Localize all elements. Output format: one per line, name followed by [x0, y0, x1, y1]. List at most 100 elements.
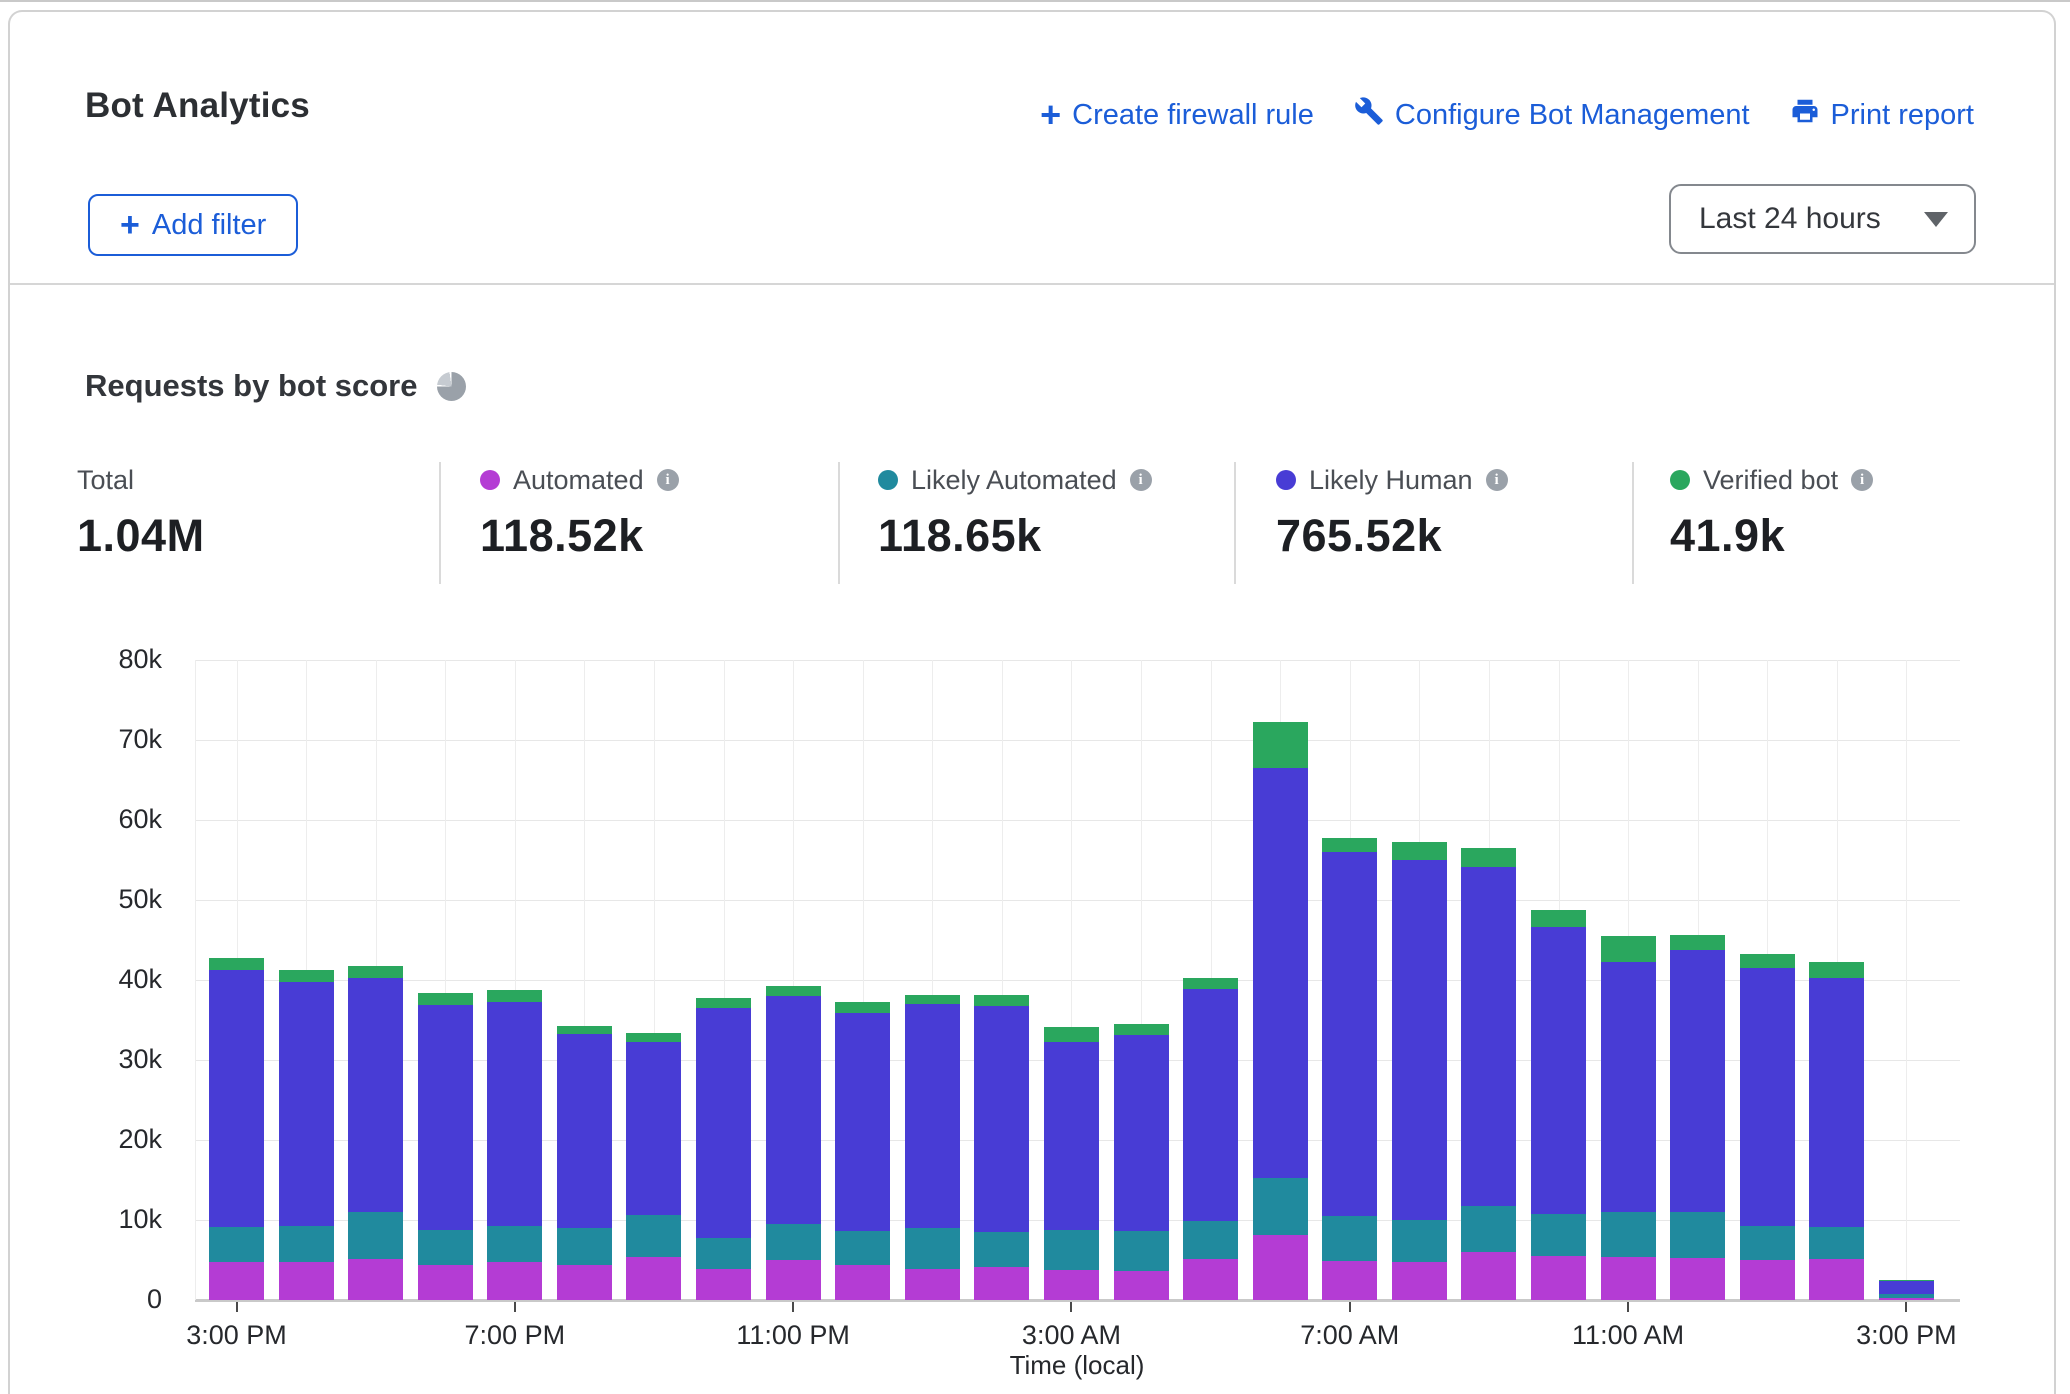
- bar-segment-likely-human[interactable]: [835, 1013, 890, 1231]
- bar-segment-likely-human[interactable]: [1044, 1042, 1099, 1229]
- bar-segment-likely-human[interactable]: [1531, 927, 1586, 1214]
- bar-segment-likely-automated[interactable]: [1392, 1220, 1447, 1262]
- bar-segment-automated[interactable]: [1879, 1298, 1934, 1300]
- bar-segment-likely-human[interactable]: [1322, 852, 1377, 1216]
- bar-segment-automated[interactable]: [1044, 1270, 1099, 1300]
- bar-segment-likely-automated[interactable]: [1461, 1206, 1516, 1252]
- bar-segment-automated[interactable]: [1392, 1262, 1447, 1300]
- bar-segment-verified-bot[interactable]: [1392, 842, 1447, 860]
- bar-segment-likely-human[interactable]: [696, 1008, 751, 1238]
- bar-segment-verified-bot[interactable]: [1601, 936, 1656, 962]
- bar-segment-verified-bot[interactable]: [1322, 838, 1377, 852]
- bar-segment-likely-human[interactable]: [487, 1002, 542, 1225]
- bar-segment-likely-automated[interactable]: [348, 1212, 403, 1259]
- bar-segment-verified-bot[interactable]: [1531, 910, 1586, 928]
- bar-segment-verified-bot[interactable]: [1044, 1027, 1099, 1042]
- bar-segment-likely-human[interactable]: [418, 1005, 473, 1230]
- bar-segment-automated[interactable]: [1114, 1271, 1169, 1300]
- info-icon[interactable]: i: [1851, 469, 1873, 491]
- bar-segment-verified-bot[interactable]: [766, 986, 821, 996]
- bar-segment-verified-bot[interactable]: [1740, 954, 1795, 968]
- bar-segment-likely-automated[interactable]: [418, 1230, 473, 1265]
- bar-segment-verified-bot[interactable]: [835, 1002, 890, 1012]
- create-firewall-rule-link[interactable]: + Create firewall rule: [1040, 99, 1314, 132]
- bar-segment-automated[interactable]: [487, 1262, 542, 1300]
- bar-segment-likely-human[interactable]: [974, 1006, 1029, 1232]
- bar-segment-verified-bot[interactable]: [209, 958, 264, 969]
- bar-segment-automated[interactable]: [1322, 1261, 1377, 1300]
- bar-segment-automated[interactable]: [1740, 1260, 1795, 1300]
- bar-segment-likely-human[interactable]: [1183, 989, 1238, 1221]
- bar-segment-likely-automated[interactable]: [1044, 1230, 1099, 1270]
- bar-segment-automated[interactable]: [1670, 1258, 1725, 1300]
- bar-segment-likely-automated[interactable]: [905, 1228, 960, 1269]
- bar-segment-automated[interactable]: [418, 1265, 473, 1300]
- bar-segment-verified-bot[interactable]: [418, 993, 473, 1005]
- bar-segment-automated[interactable]: [905, 1269, 960, 1300]
- bar-segment-verified-bot[interactable]: [1183, 978, 1238, 989]
- bar-segment-likely-automated[interactable]: [209, 1227, 264, 1262]
- bar-segment-likely-automated[interactable]: [1601, 1212, 1656, 1257]
- bar-segment-likely-automated[interactable]: [557, 1228, 612, 1265]
- bar-segment-likely-human[interactable]: [905, 1004, 960, 1228]
- bar-segment-likely-human[interactable]: [348, 978, 403, 1212]
- bar-segment-automated[interactable]: [696, 1269, 751, 1300]
- bar-segment-likely-automated[interactable]: [696, 1238, 751, 1269]
- bar-segment-automated[interactable]: [1531, 1256, 1586, 1300]
- bar-segment-likely-automated[interactable]: [487, 1226, 542, 1262]
- bar-segment-automated[interactable]: [974, 1267, 1029, 1300]
- bar-segment-likely-automated[interactable]: [1114, 1231, 1169, 1271]
- bar-segment-automated[interactable]: [1809, 1259, 1864, 1300]
- bar-segment-likely-automated[interactable]: [1183, 1221, 1238, 1259]
- bar-segment-likely-human[interactable]: [1879, 1281, 1934, 1295]
- info-icon[interactable]: i: [657, 469, 679, 491]
- bar-segment-verified-bot[interactable]: [1670, 935, 1725, 950]
- time-range-select[interactable]: Last 24 hours: [1669, 184, 1976, 254]
- info-icon[interactable]: i: [1486, 469, 1508, 491]
- bar-segment-automated[interactable]: [209, 1262, 264, 1300]
- bar-segment-likely-human[interactable]: [1461, 867, 1516, 1205]
- bar-segment-verified-bot[interactable]: [487, 990, 542, 1003]
- bar-segment-likely-human[interactable]: [766, 996, 821, 1224]
- bar-segment-likely-automated[interactable]: [835, 1231, 890, 1265]
- bar-segment-likely-human[interactable]: [557, 1034, 612, 1228]
- bar-segment-automated[interactable]: [1461, 1252, 1516, 1300]
- bar-segment-likely-automated[interactable]: [626, 1215, 681, 1257]
- bar-segment-verified-bot[interactable]: [905, 995, 960, 1004]
- bar-segment-automated[interactable]: [766, 1260, 821, 1300]
- bar-segment-verified-bot[interactable]: [626, 1033, 681, 1042]
- bar-segment-likely-human[interactable]: [1809, 978, 1864, 1227]
- bar-segment-verified-bot[interactable]: [279, 970, 334, 981]
- bar-segment-automated[interactable]: [1253, 1235, 1308, 1300]
- bar-segment-verified-bot[interactable]: [1461, 848, 1516, 867]
- bar-segment-likely-human[interactable]: [1114, 1035, 1169, 1231]
- bar-segment-likely-human[interactable]: [1740, 968, 1795, 1226]
- bar-segment-likely-human[interactable]: [279, 982, 334, 1226]
- bar-segment-likely-automated[interactable]: [1809, 1227, 1864, 1259]
- print-report-link[interactable]: Print report: [1790, 96, 1974, 134]
- bar-segment-likely-automated[interactable]: [1322, 1216, 1377, 1261]
- bar-segment-automated[interactable]: [348, 1259, 403, 1300]
- bar-segment-verified-bot[interactable]: [1253, 722, 1308, 768]
- info-icon[interactable]: i: [1130, 469, 1152, 491]
- bar-segment-automated[interactable]: [626, 1257, 681, 1300]
- bar-segment-likely-human[interactable]: [1601, 962, 1656, 1212]
- bar-segment-likely-automated[interactable]: [974, 1232, 1029, 1267]
- bar-segment-likely-human[interactable]: [626, 1042, 681, 1216]
- bar-segment-likely-human[interactable]: [209, 970, 264, 1228]
- bar-segment-likely-human[interactable]: [1670, 950, 1725, 1212]
- bar-segment-verified-bot[interactable]: [974, 995, 1029, 1006]
- bar-segment-likely-automated[interactable]: [1253, 1178, 1308, 1236]
- bar-segment-likely-human[interactable]: [1253, 768, 1308, 1178]
- bar-segment-likely-automated[interactable]: [1670, 1212, 1725, 1258]
- bar-segment-automated[interactable]: [835, 1265, 890, 1300]
- bar-segment-verified-bot[interactable]: [557, 1026, 612, 1035]
- bar-segment-verified-bot[interactable]: [348, 966, 403, 978]
- configure-bot-management-link[interactable]: Configure Bot Management: [1354, 96, 1750, 134]
- bar-segment-automated[interactable]: [1601, 1257, 1656, 1300]
- add-filter-button[interactable]: + Add filter: [88, 194, 298, 256]
- bar-segment-likely-automated[interactable]: [1531, 1214, 1586, 1256]
- bar-segment-automated[interactable]: [557, 1265, 612, 1300]
- bar-segment-automated[interactable]: [279, 1262, 334, 1300]
- bar-segment-likely-automated[interactable]: [279, 1226, 334, 1262]
